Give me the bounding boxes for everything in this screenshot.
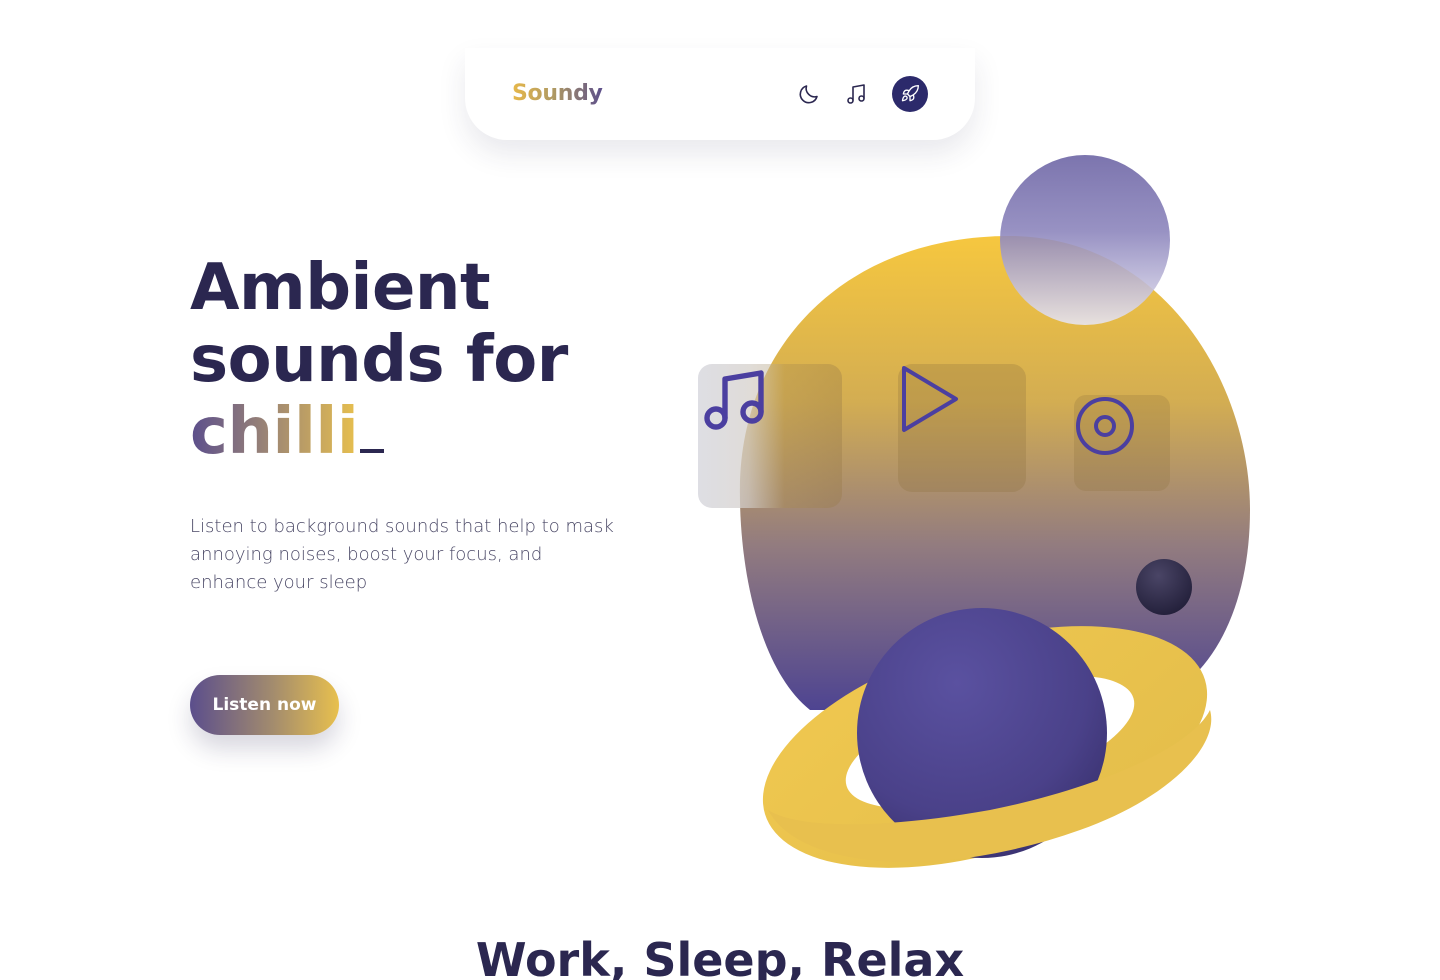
- hero-illustration: [690, 150, 1270, 880]
- hero-title-line-1: Ambient: [190, 251, 491, 325]
- planet-illustration: [739, 155, 1250, 868]
- hero-title-line-3: chilli: [190, 396, 710, 468]
- rocket-icon[interactable]: [892, 76, 928, 112]
- hero-description: Listen to background sounds that help to…: [190, 516, 614, 593]
- hero-title: Ambient sounds for chilli: [190, 252, 710, 468]
- section-title: Work, Sleep, Relax: [475, 933, 965, 980]
- typing-cursor: [360, 449, 385, 453]
- music-note-icon: [704, 370, 764, 430]
- typed-word: chilli: [190, 395, 359, 469]
- moon-icon[interactable]: [795, 80, 823, 108]
- purple-moon: [1000, 155, 1170, 325]
- music-note-icon[interactable]: [842, 80, 870, 108]
- navbar: Soundy: [465, 48, 975, 140]
- disc-card[interactable]: [1074, 395, 1170, 491]
- brand-logo[interactable]: Soundy: [512, 81, 603, 106]
- hero-title-line-2: sounds for: [190, 323, 568, 397]
- play-card[interactable]: [898, 364, 1026, 492]
- small-dark-sphere: [1136, 559, 1192, 615]
- play-icon: [902, 366, 958, 432]
- music-card[interactable]: [698, 364, 842, 508]
- disc-icon: [1076, 397, 1134, 455]
- listen-now-button[interactable]: Listen now: [190, 675, 339, 735]
